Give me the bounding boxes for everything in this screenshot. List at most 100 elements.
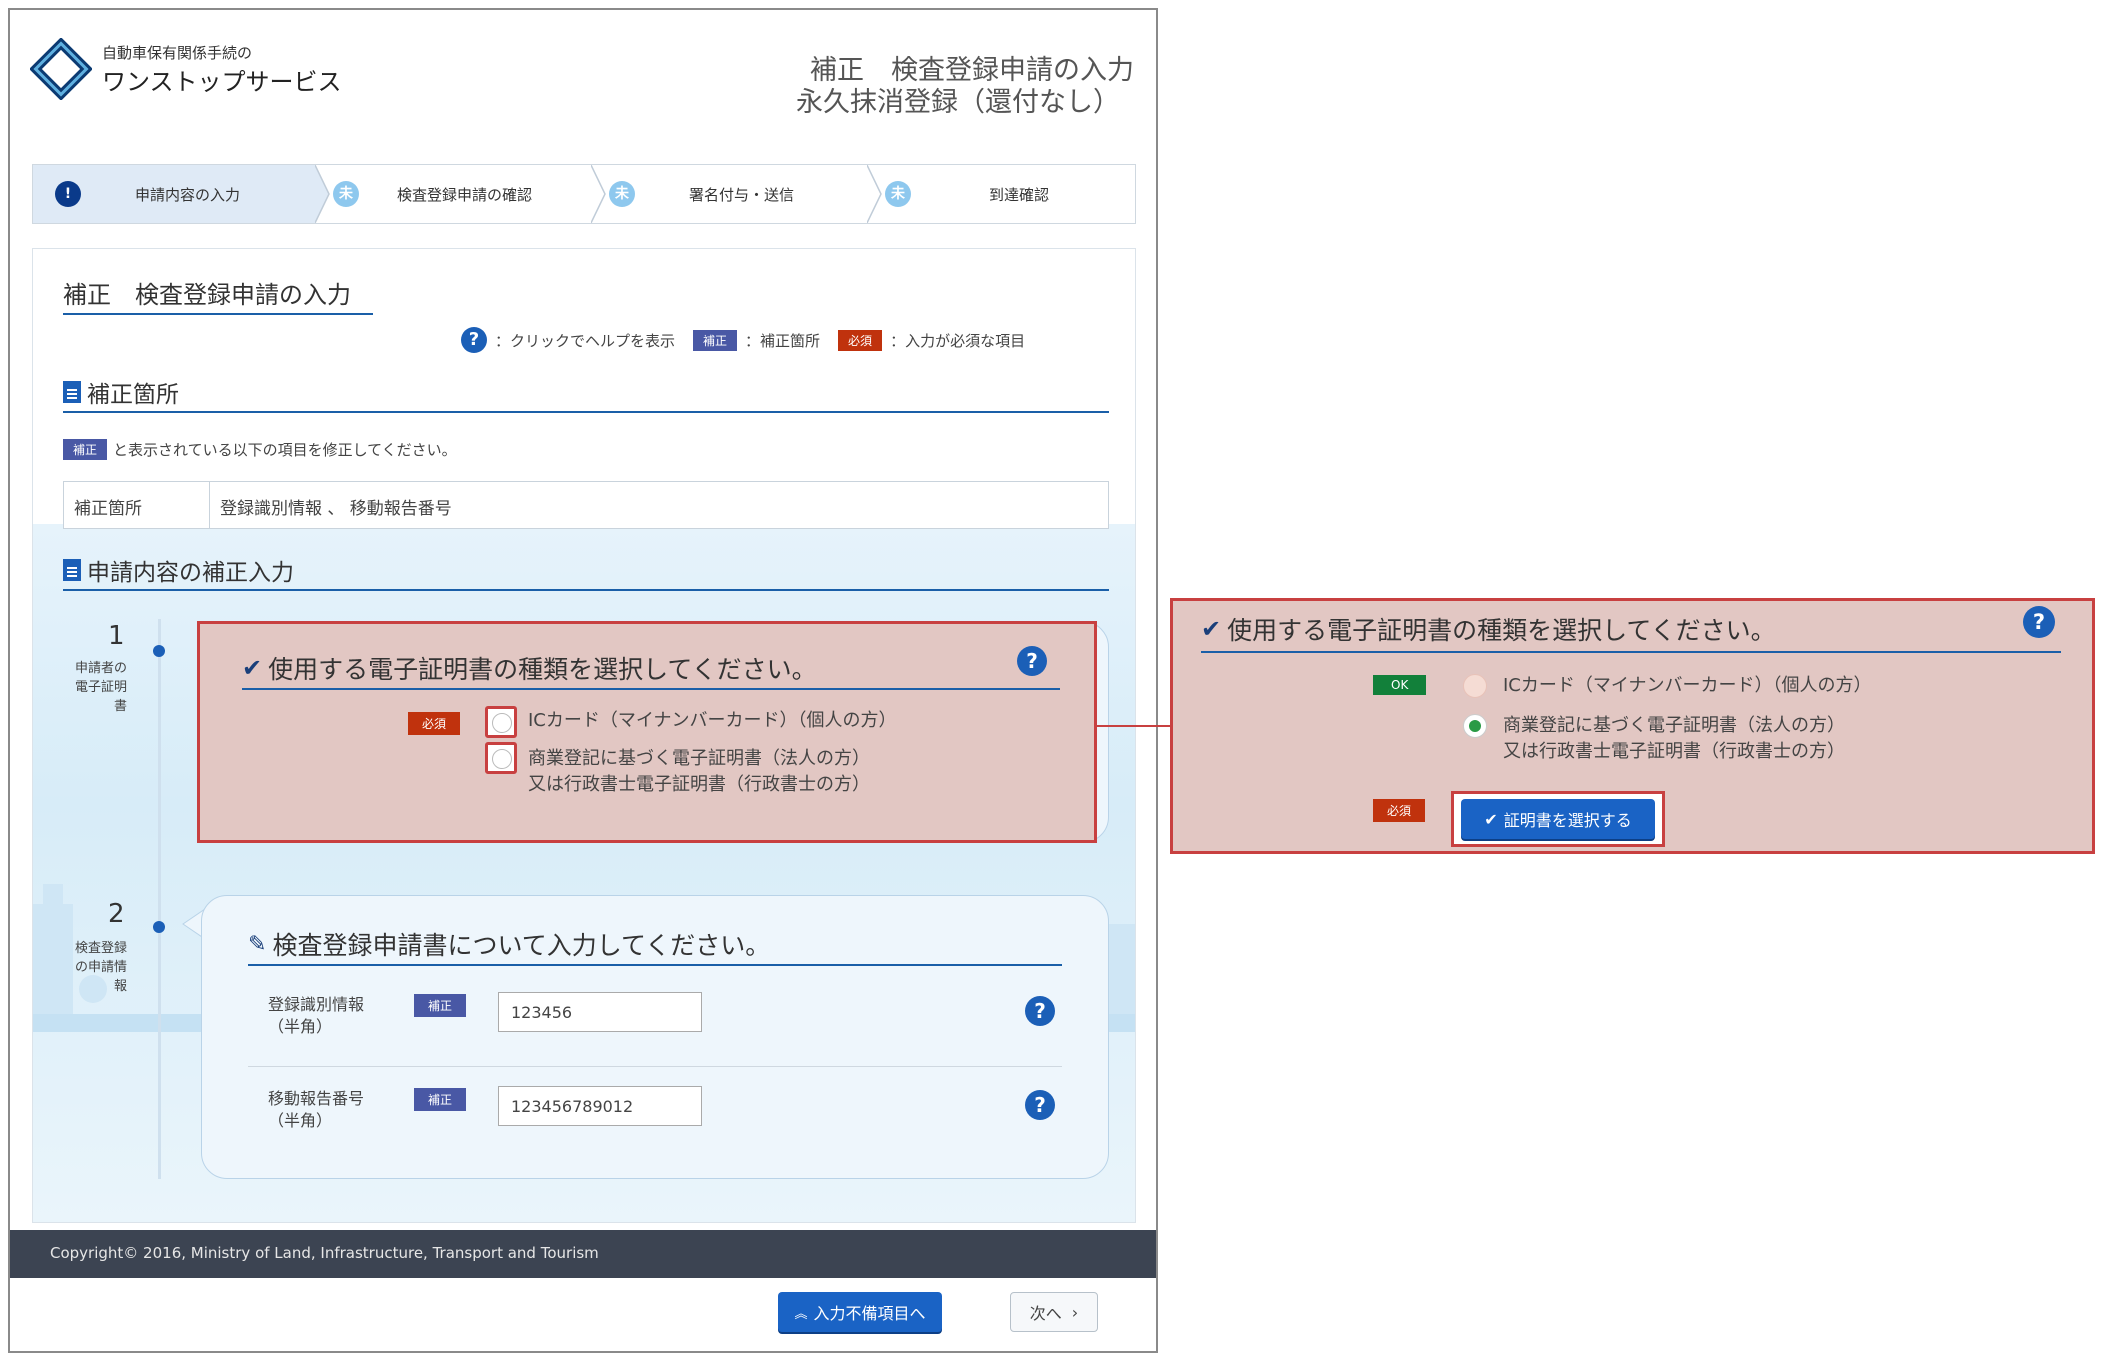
document-icon — [63, 559, 81, 581]
chevron-right-icon: › — [1071, 1302, 1079, 1322]
edit-icon: ✎ — [248, 931, 267, 957]
field1-label: 登録識別情報 （半角） — [268, 995, 365, 1036]
select-certificate-button[interactable]: ✔ 証明書を選択する — [1461, 799, 1655, 839]
help-icon[interactable]: ? — [461, 327, 487, 353]
timeline-dot — [153, 921, 165, 933]
step-sign: 未 署名付与・送信 — [609, 165, 867, 223]
step-sublabel: 検査登録 の申請情 報 — [74, 941, 127, 994]
zoom-callout: ✔ 使用する電子証明書の種類を選択してください。 ? OK ICカード（マイナン… — [1170, 598, 2095, 854]
step-label: 検査登録申請の確認 — [397, 185, 533, 204]
step-label: 到達確認 — [989, 185, 1050, 204]
step2-card: ✎ 検査登録申請書について入力してください。 登録識別情報 （半角） 補正 ? … — [201, 895, 1109, 1179]
step1-heading-text: 使用する電子証明書の種類を選択してください。 — [268, 655, 817, 684]
zoom-heading-text: 使用する電子証明書の種類を選択してください。 — [1227, 616, 1776, 645]
help-icon[interactable]: ? — [1025, 996, 1055, 1026]
step-confirm: 未 検査登録申請の確認 — [333, 165, 591, 223]
next-label: 次へ — [1029, 1304, 1062, 1323]
timeline-line — [158, 619, 161, 1179]
legend-required-text: ：入力が必須な項目 — [890, 331, 1026, 350]
footer: Copyright© 2016, Ministry of Land, Infra… — [10, 1230, 1156, 1278]
registration-id-input[interactable] — [498, 992, 702, 1032]
field-divider — [248, 1066, 1062, 1067]
card-divider — [248, 964, 1062, 966]
required-tag: 必須 — [408, 712, 461, 735]
zoom-option-ic-card-label: ICカード（マイナンバーカード）（個人の方） — [1503, 675, 1872, 696]
fix-tag: 補正 — [414, 994, 467, 1017]
legend: ? ：クリックでヘルプを表示 補正 ：補正箇所 必須 ：入力が必須な項目 — [461, 327, 1025, 353]
next-button[interactable]: 次へ › — [1010, 1292, 1098, 1332]
logo-subtitle: 自動車保有関係手続の — [102, 44, 253, 62]
transfer-report-number-input[interactable] — [498, 1086, 702, 1126]
zoom-option-corporate-cert-label: 商業登記に基づく電子証明書（法人の方） 又は行政書士電子証明書（行政書士の方） — [1503, 715, 1845, 762]
step2-heading: ✎ 検査登録申請書について入力してください。 — [248, 926, 770, 962]
main-panel: 補正 検査登録申請の入力 ? ：クリックでヘルプを表示 補正 ：補正箇所 必須 … — [32, 248, 1136, 1223]
section-divider — [63, 589, 1109, 591]
pending-icon: 未 — [609, 181, 635, 207]
zoom-radio-ic-card[interactable] — [1463, 674, 1487, 698]
step-sublabel: 申請者の 電子証明 書 — [74, 661, 127, 714]
logo-icon — [30, 38, 92, 100]
alert-icon: ! — [55, 181, 81, 207]
chevron-right-icon — [315, 165, 330, 223]
fix-tag: 補正 — [63, 439, 108, 460]
fix-table-header: 補正箇所 — [64, 482, 210, 528]
chevron-right-icon — [591, 165, 606, 223]
fix-note-text: と表示されている以下の項目を修正してください。 — [113, 441, 457, 459]
title-underline — [63, 313, 373, 315]
legend-help-text: ：クリックでヘルプを表示 — [495, 331, 676, 350]
radio-ic-card[interactable] — [485, 706, 517, 738]
zoom-heading: ✔ 使用する電子証明書の種類を選択してください。 — [1201, 611, 1776, 647]
pending-icon: 未 — [333, 181, 359, 207]
document-icon — [63, 381, 81, 403]
card-divider — [1201, 651, 2061, 653]
progress-steps: ! 申請内容の入力 未 検査登録申請の確認 未 署名付与・送信 未 到達確認 — [32, 164, 1136, 224]
help-icon[interactable]: ? — [1017, 646, 1047, 676]
zoom-radio-corporate-cert[interactable] — [1463, 714, 1487, 738]
fix-tag: 補正 — [414, 1088, 467, 1111]
logo-title: ワンストップサービス — [102, 68, 342, 96]
pending-icon: 未 — [885, 181, 911, 207]
application-window: 自動車保有関係手続の ワンストップサービス 補正 検査登録申請の入力 永久抹消登… — [8, 8, 1158, 1353]
callout-connector — [1095, 725, 1172, 727]
legend-fix-text: ：補正箇所 — [745, 331, 821, 350]
radio-corporate-cert[interactable] — [485, 742, 517, 774]
back-to-errors-label: 入力不備項目へ — [813, 1304, 926, 1323]
timeline-dot — [153, 645, 165, 657]
check-icon: ✔ — [242, 654, 263, 682]
option-ic-card-label: ICカード（マイナンバーカード）（個人の方） — [528, 710, 897, 731]
step-number: 2 — [108, 899, 125, 929]
step1-heading: ✔ 使用する電子証明書の種類を選択してください。 — [242, 650, 817, 686]
required-tag: 必須 — [1373, 799, 1426, 822]
step-input: ! 申請内容の入力 — [33, 165, 315, 223]
card-divider — [242, 688, 1060, 690]
section-heading-text: 申請内容の補正入力 — [87, 560, 294, 586]
check-icon: ✔ — [1201, 615, 1222, 643]
fix-table-value: 登録識別情報 、 移動報告番号 — [220, 499, 452, 519]
check-icon: ✔ — [1484, 809, 1498, 829]
step-arrival: 未 到達確認 — [885, 165, 1135, 223]
back-to-errors-button[interactable]: ︽ 入力不備項目へ — [778, 1292, 942, 1332]
ok-tag: OK — [1373, 675, 1427, 695]
step2-heading-text: 検査登録申請書について入力してください。 — [272, 931, 771, 960]
step-label: 署名付与・送信 — [689, 185, 795, 204]
step-number: 1 — [108, 621, 125, 651]
help-icon[interactable]: ? — [2023, 606, 2055, 638]
select-certificate-label: 証明書を選択する — [1503, 811, 1632, 830]
fix-section-heading: 補正箇所 — [63, 375, 179, 409]
fix-tag: 補正 — [693, 329, 738, 351]
fix-table: 補正箇所 登録識別情報 、 移動報告番号 — [63, 481, 1109, 529]
panel-title: 補正 検査登録申請の入力 — [63, 281, 351, 309]
help-icon[interactable]: ? — [1025, 1090, 1055, 1120]
input-section-heading: 申請内容の補正入力 — [63, 553, 294, 587]
step-label: 申請内容の入力 — [135, 185, 241, 204]
section-divider — [63, 411, 1109, 413]
field2-label: 移動報告番号 （半角） — [268, 1089, 365, 1130]
step1-card-highlight: ✔ 使用する電子証明書の種類を選択してください。 ? 必須 ICカード（マイナン… — [197, 621, 1097, 843]
option-corporate-cert-label: 商業登記に基づく電子証明書（法人の方） 又は行政書士電子証明書（行政書士の方） — [528, 748, 870, 795]
required-tag: 必須 — [838, 329, 883, 351]
double-chevron-up-icon: ︽ — [794, 1306, 808, 1322]
section-heading-text: 補正箇所 — [87, 382, 179, 408]
fix-note: 補正 と表示されている以下の項目を修正してください。 — [63, 439, 457, 460]
page-subtitle: 永久抹消登録（還付なし） — [796, 87, 1120, 118]
chevron-right-icon — [867, 165, 882, 223]
